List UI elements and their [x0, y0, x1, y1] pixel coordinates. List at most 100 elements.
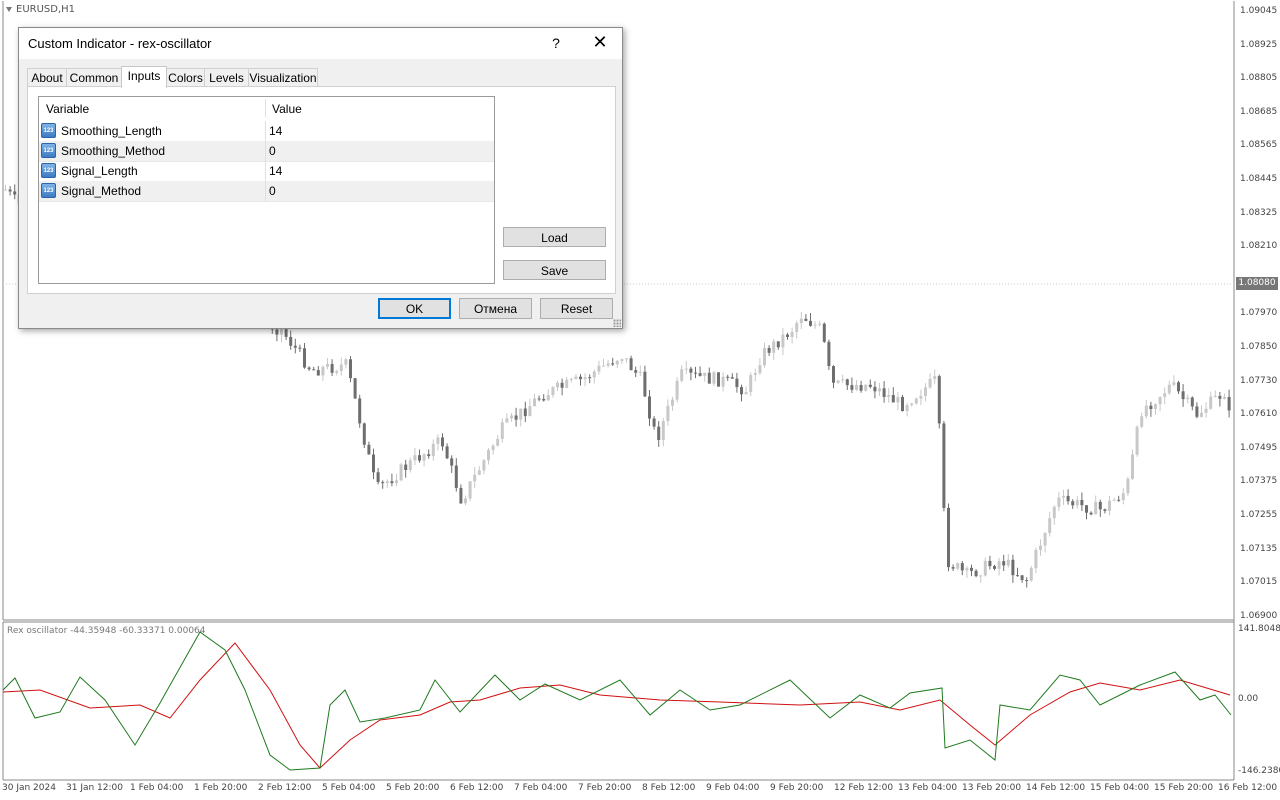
candle-body — [344, 359, 348, 365]
time-axis-label: 1 Feb 20:00 — [194, 783, 248, 793]
param-row[interactable]: 123 Smoothing_Length 14 — [39, 121, 494, 142]
reset-button[interactable]: Reset — [540, 298, 613, 319]
candle-body — [611, 363, 615, 365]
candle-body — [1149, 405, 1153, 410]
candle-body — [339, 364, 343, 372]
candle-body — [979, 575, 983, 577]
header-separator[interactable] — [265, 99, 266, 117]
inputs-grid: Variable Value 123 Smoothing_Length 14 1… — [38, 96, 495, 284]
candle-body — [418, 455, 421, 461]
candle-body — [1108, 500, 1111, 511]
candle-body — [804, 318, 808, 321]
symbol-label[interactable]: EURUSD,H1 — [6, 4, 75, 15]
candle-body — [1052, 506, 1056, 519]
param-row[interactable]: 123 Signal_Length 14 — [39, 161, 494, 182]
candle-body — [1227, 396, 1231, 411]
price-axis-label: 1.08445 — [1240, 174, 1278, 184]
price-axis-label: 1.06900 — [1240, 610, 1278, 621]
candle-body — [988, 560, 992, 567]
candle-body — [1062, 495, 1065, 498]
candle-body — [850, 385, 854, 390]
tab-levels[interactable]: Levels — [204, 68, 249, 87]
help-button[interactable]: ? — [549, 33, 563, 53]
candle-body — [542, 398, 546, 401]
candle-body — [818, 323, 822, 325]
candle-body — [445, 446, 449, 459]
candle-body — [293, 345, 297, 348]
candle-body — [799, 318, 803, 324]
candle-body — [473, 474, 477, 482]
candle-body — [275, 329, 279, 335]
time-axis-label: 14 Feb 12:00 — [1026, 783, 1086, 793]
candle-body — [643, 371, 647, 397]
candle-body — [588, 377, 592, 379]
candle-body — [289, 336, 293, 346]
candle-body — [1204, 408, 1208, 413]
candle-body — [560, 382, 564, 388]
cancel-button[interactable]: Отмена — [459, 298, 532, 319]
candle-body — [537, 398, 541, 400]
candle-body — [556, 382, 559, 388]
candle-body — [680, 369, 684, 381]
save-button[interactable]: Save — [503, 260, 606, 280]
candle-body — [781, 334, 785, 348]
resize-grip[interactable] — [613, 319, 621, 327]
param-value[interactable]: 14 — [269, 164, 282, 178]
candle-body — [326, 363, 329, 367]
candle-body — [859, 385, 863, 391]
tab-inputs[interactable]: Inputs — [121, 66, 167, 88]
candle-body — [395, 480, 398, 484]
time-axis-label: 7 Feb 20:00 — [578, 783, 632, 793]
candle-body — [712, 372, 716, 384]
symbol-dropdown-icon[interactable] — [6, 6, 12, 12]
candle-body — [408, 460, 412, 470]
close-icon[interactable]: ✕ — [585, 30, 615, 56]
ok-button[interactable]: OK — [378, 298, 451, 319]
tab-common[interactable]: Common — [66, 68, 122, 87]
candle-body — [468, 481, 472, 499]
candle-body — [436, 437, 440, 444]
candle-body — [933, 376, 937, 379]
candle-body — [321, 366, 325, 376]
price-axis-label: 1.07970 — [1240, 308, 1278, 319]
column-separator — [265, 121, 266, 141]
candle-body — [1186, 397, 1190, 400]
param-value[interactable]: 0 — [269, 144, 276, 158]
oscillator-axis-label: 141.8048 — [1238, 624, 1280, 634]
candle-body — [491, 445, 495, 451]
candle-body — [280, 329, 283, 335]
time-axis-label: 15 Feb 04:00 — [1090, 783, 1150, 793]
candle-body — [1057, 497, 1061, 507]
candle-body — [1213, 395, 1217, 397]
candle-body — [1154, 404, 1157, 410]
candle-body — [855, 385, 858, 390]
header-value[interactable]: Value — [272, 102, 302, 116]
load-button[interactable]: Load — [503, 227, 606, 247]
tab-about[interactable]: About — [27, 68, 67, 87]
price-axis-label: 1.07495 — [1240, 442, 1278, 453]
candle-body — [698, 373, 702, 376]
candle-body — [919, 395, 923, 399]
param-name: Smoothing_Length — [61, 124, 162, 138]
candle-body — [546, 394, 550, 401]
param-row[interactable]: 123 Signal_Method 0 — [39, 181, 494, 202]
candle-body — [694, 372, 697, 374]
tab-visualization[interactable]: Visualization — [248, 68, 318, 87]
candle-body — [1016, 575, 1019, 577]
candle-body — [634, 370, 638, 373]
candle-body — [726, 376, 730, 378]
header-variable[interactable]: Variable — [46, 102, 89, 116]
price-axis-label: 1.07255 — [1240, 510, 1278, 520]
tab-colors[interactable]: Colors — [166, 68, 205, 87]
candle-body — [841, 379, 845, 381]
candle-body — [721, 376, 725, 387]
candle-body — [928, 378, 932, 388]
time-axis-label: 31 Jan 12:00 — [66, 783, 123, 793]
candle-body — [500, 422, 504, 439]
dialog-title: Custom Indicator - rex-oscillator — [28, 36, 212, 51]
candle-body — [1071, 501, 1075, 506]
inputs-panel: Variable Value 123 Smoothing_Length 14 1… — [27, 86, 616, 294]
param-row[interactable]: 123 Smoothing_Method 0 — [39, 141, 494, 162]
param-value[interactable]: 0 — [269, 184, 276, 198]
param-value[interactable]: 14 — [269, 124, 282, 138]
